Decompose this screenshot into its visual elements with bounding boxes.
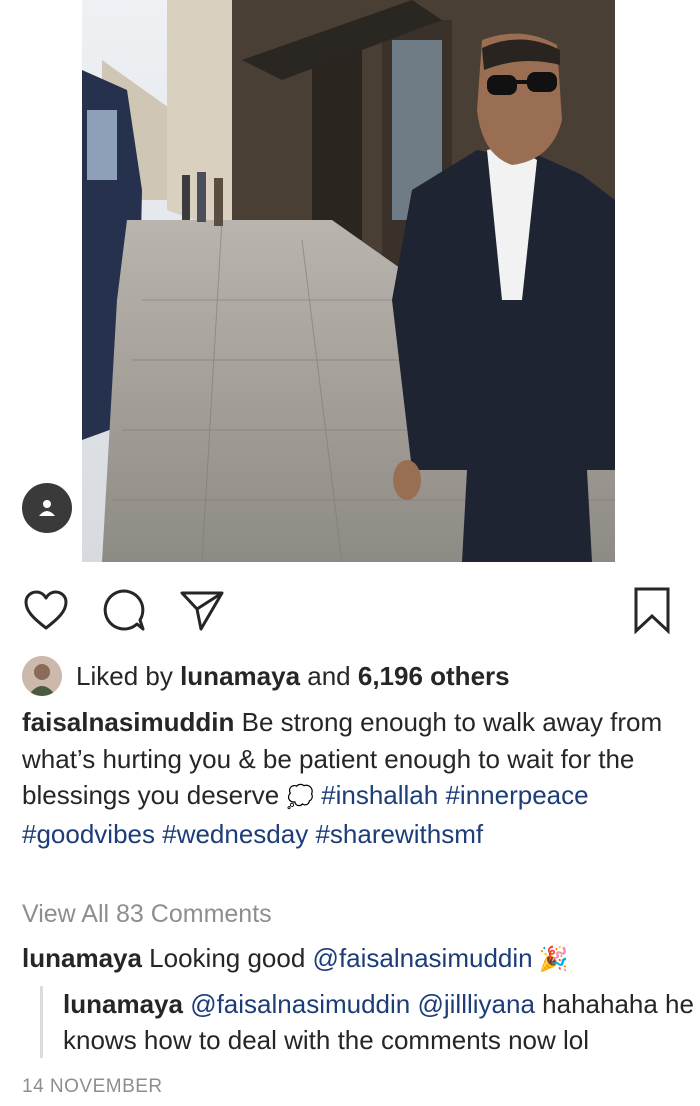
hashtag-link[interactable]: #inshallah <box>321 780 438 810</box>
comment-username[interactable]: lunamaya <box>22 943 142 973</box>
post-photo[interactable] <box>82 0 615 562</box>
heart-icon <box>24 590 68 630</box>
comment-item: lunamaya Looking good @faisalnasimuddin 🎉 <box>22 940 569 978</box>
tag-people-button[interactable] <box>22 483 72 533</box>
comment-icon <box>103 589 145 631</box>
hashtag-link[interactable]: #innerpeace <box>445 780 588 810</box>
comment-reply: lunamaya @faisalnasimuddin @jillliyana h… <box>40 986 700 1058</box>
reply-mention[interactable]: @faisalnasimuddin <box>190 989 410 1019</box>
hashtag-link[interactable]: #sharewithsmf <box>315 819 483 849</box>
likes-count[interactable]: 6,196 others <box>358 661 510 692</box>
likes-prefix: Liked by <box>76 660 181 691</box>
post-caption: faisalnasimuddin Be strong enough to wal… <box>22 704 682 852</box>
share-button[interactable] <box>178 586 226 634</box>
reply-username[interactable]: lunamaya <box>63 989 183 1019</box>
liker-username[interactable]: lunamaya <box>180 661 300 692</box>
likes-summary: Liked by lunamaya and 6,196 others <box>22 655 510 697</box>
comment-button[interactable] <box>100 586 148 634</box>
likes-middle: and <box>300 660 358 691</box>
hashtag-link[interactable]: #goodvibes <box>22 819 155 849</box>
comment-mention[interactable]: @faisalnasimuddin <box>313 943 533 973</box>
save-button[interactable] <box>628 586 676 634</box>
person-icon <box>39 500 55 516</box>
send-icon <box>180 591 224 631</box>
liker-avatar[interactable] <box>22 656 62 696</box>
hashtag-link[interactable]: #wednesday <box>162 819 308 849</box>
post-media <box>0 0 700 572</box>
reply-mention[interactable]: @jillliyana <box>417 989 534 1019</box>
thought-bubble-emoji: 💭 <box>286 784 314 809</box>
post-date: 14 NOVEMBER <box>22 1076 163 1097</box>
action-bar <box>0 578 700 638</box>
party-emoji: 🎉 <box>538 946 569 973</box>
like-button[interactable] <box>22 586 70 634</box>
bookmark-icon <box>634 587 670 634</box>
view-all-comments-link[interactable]: View All 83 Comments <box>22 900 272 929</box>
comment-text: Looking good <box>141 943 313 973</box>
caption-username[interactable]: faisalnasimuddin <box>22 707 234 737</box>
